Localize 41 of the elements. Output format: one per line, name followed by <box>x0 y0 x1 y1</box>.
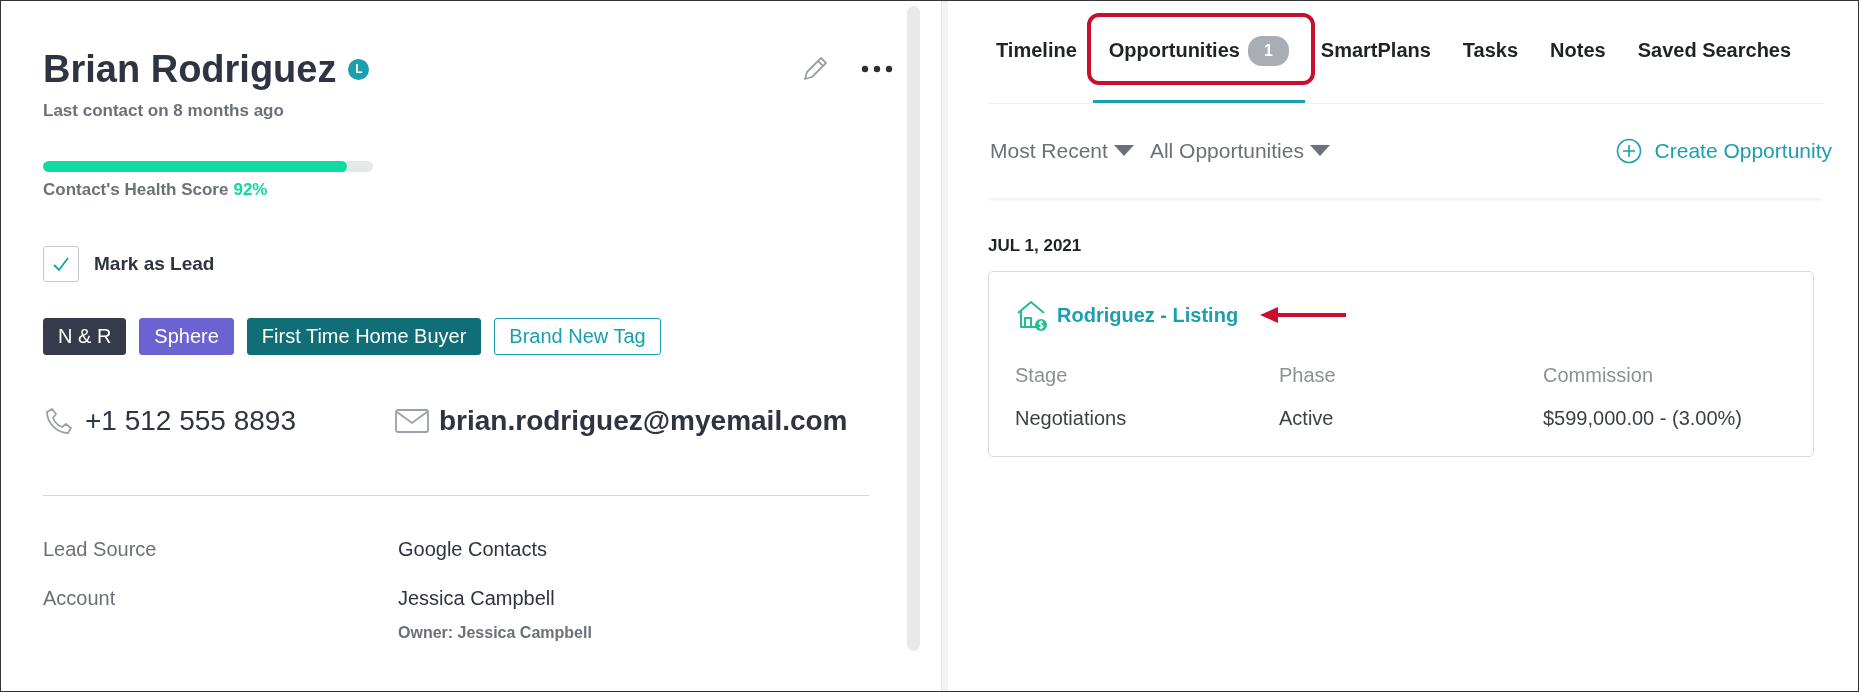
tab[interactable]: Timeline <box>988 1 1093 103</box>
tab[interactable]: Notes <box>1534 1 1622 103</box>
column-label: Commission <box>1543 364 1655 387</box>
lead-badge: L <box>348 58 370 80</box>
column-label: Phase <box>1279 364 1337 387</box>
lead-checkbox[interactable] <box>43 246 79 282</box>
field-value: Jessica Campbell <box>398 587 556 610</box>
phone-number[interactable]: +1 512 555 8893 <box>85 405 296 437</box>
caret-icon <box>1113 145 1134 157</box>
filter-dropdown[interactable]: All Opportunities <box>1149 139 1330 163</box>
caret-icon <box>1309 145 1330 157</box>
field-label: Account <box>43 587 117 611</box>
owner-note: Owner: Jessica Campbell <box>398 624 593 642</box>
tab[interactable]: SmartPlans <box>1304 1 1447 103</box>
date-heading: JUL 1, 2021 <box>988 236 1083 256</box>
field-value: Google Contacts <box>398 538 548 561</box>
column-label: Stage <box>1015 364 1069 387</box>
tab[interactable]: Tasks <box>1446 1 1535 103</box>
filter-dropdown[interactable]: Most Recent <box>990 139 1134 163</box>
phone-icon[interactable] <box>43 405 75 437</box>
opportunity-card[interactable]: Rodriguez - Listing Stage Negotiations Phase Active Commission $599,000.00 - (3.00%) <box>988 271 1814 457</box>
column-value: $599,000.00 - (3.00%) <box>1543 407 1743 430</box>
house-icon <box>1015 298 1049 332</box>
field-label: Lead Source <box>43 538 158 561</box>
mail-icon[interactable] <box>395 409 429 433</box>
tag[interactable]: First Time Home Buyer <box>246 318 482 355</box>
lead-label: Mark as Lead <box>94 253 215 275</box>
last-contact-text: Last contact on 8 months ago <box>43 101 285 121</box>
more-icon[interactable] <box>861 65 893 73</box>
health-label: Contact's Health Score <box>43 180 229 200</box>
tab[interactable]: Saved Searches <box>1621 1 1808 103</box>
tab[interactable]: Opportunities 1 <box>1092 1 1305 103</box>
tag[interactable]: Sphere <box>139 318 234 355</box>
contact-name: Brian Rodriguez <box>43 47 337 91</box>
plus-circle-icon <box>1615 138 1642 164</box>
health-value: 92% <box>233 180 268 200</box>
tag[interactable]: N & R <box>43 318 127 355</box>
email-address[interactable]: brian.rodriguez@myemail.com <box>439 405 848 437</box>
column-value: Active <box>1279 407 1335 430</box>
count-badge: 1 <box>1247 35 1289 66</box>
column-value: Negotiations <box>1015 407 1128 430</box>
